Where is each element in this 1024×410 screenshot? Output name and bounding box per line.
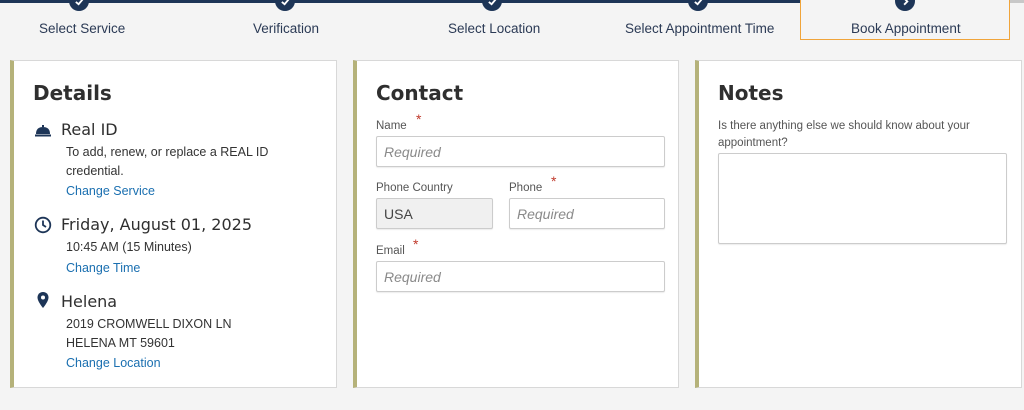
service-description-line: credential.: [66, 164, 124, 178]
phone-label: Phone: [509, 182, 543, 194]
step-label-book-appointment: Book Appointment: [851, 21, 961, 36]
clock-icon: [34, 216, 52, 234]
step-complete-icon: [688, 0, 708, 11]
notes-prompt-line: appointment?: [718, 137, 788, 149]
location-title: Helena: [61, 292, 118, 311]
notes-prompt-line: Is there anything else we should know ab…: [718, 120, 970, 132]
step-complete-icon: [275, 0, 295, 11]
required-marker: *: [413, 236, 419, 252]
notes-textarea[interactable]: [718, 153, 1007, 244]
appointment-time-line: 10:45 AM (15 Minutes): [66, 240, 192, 254]
name-input[interactable]: [376, 136, 665, 167]
phone-country-label: Phone Country: [376, 182, 453, 194]
step-label-verification[interactable]: Verification: [253, 21, 319, 36]
required-marker: *: [416, 111, 422, 127]
step-label-select-location[interactable]: Select Location: [448, 21, 540, 36]
details-title: Details: [33, 81, 112, 105]
change-service-link[interactable]: Change Service: [66, 184, 155, 198]
required-marker: *: [551, 173, 557, 189]
email-label: Email: [376, 245, 405, 257]
email-input[interactable]: [376, 261, 665, 292]
progress-stepper: Select Service Verification Select Locat…: [0, 0, 1024, 44]
service-title: Real ID: [61, 120, 118, 139]
location-address-line: HELENA MT 59601: [66, 336, 175, 350]
location-address-line: 2019 CROMWELL DIXON LN: [66, 317, 232, 331]
change-location-link[interactable]: Change Location: [66, 356, 161, 370]
notes-title: Notes: [718, 81, 784, 105]
change-time-link[interactable]: Change Time: [66, 261, 140, 275]
phone-input[interactable]: [509, 198, 665, 229]
phone-country-select[interactable]: [376, 198, 493, 229]
step-complete-icon: [482, 0, 502, 11]
service-bell-icon: [34, 121, 52, 139]
name-label: Name: [376, 120, 407, 132]
notes-card: Notes Is there anything else we should k…: [695, 60, 1022, 388]
map-pin-icon: [34, 291, 52, 309]
step-label-select-appointment-time[interactable]: Select Appointment Time: [625, 21, 774, 36]
step-complete-icon: [69, 0, 89, 11]
appointment-date-title: Friday, August 01, 2025: [61, 215, 252, 234]
contact-title: Contact: [376, 81, 464, 105]
step-label-select-service[interactable]: Select Service: [39, 21, 125, 36]
service-description-line: To add, renew, or replace a REAL ID: [66, 145, 269, 159]
details-card: Details Real ID To add, renew, or replac…: [10, 60, 337, 388]
stepper-progress-line: [0, 0, 905, 3]
contact-card: Contact Name * Phone Country Phone * Ema…: [353, 60, 679, 388]
